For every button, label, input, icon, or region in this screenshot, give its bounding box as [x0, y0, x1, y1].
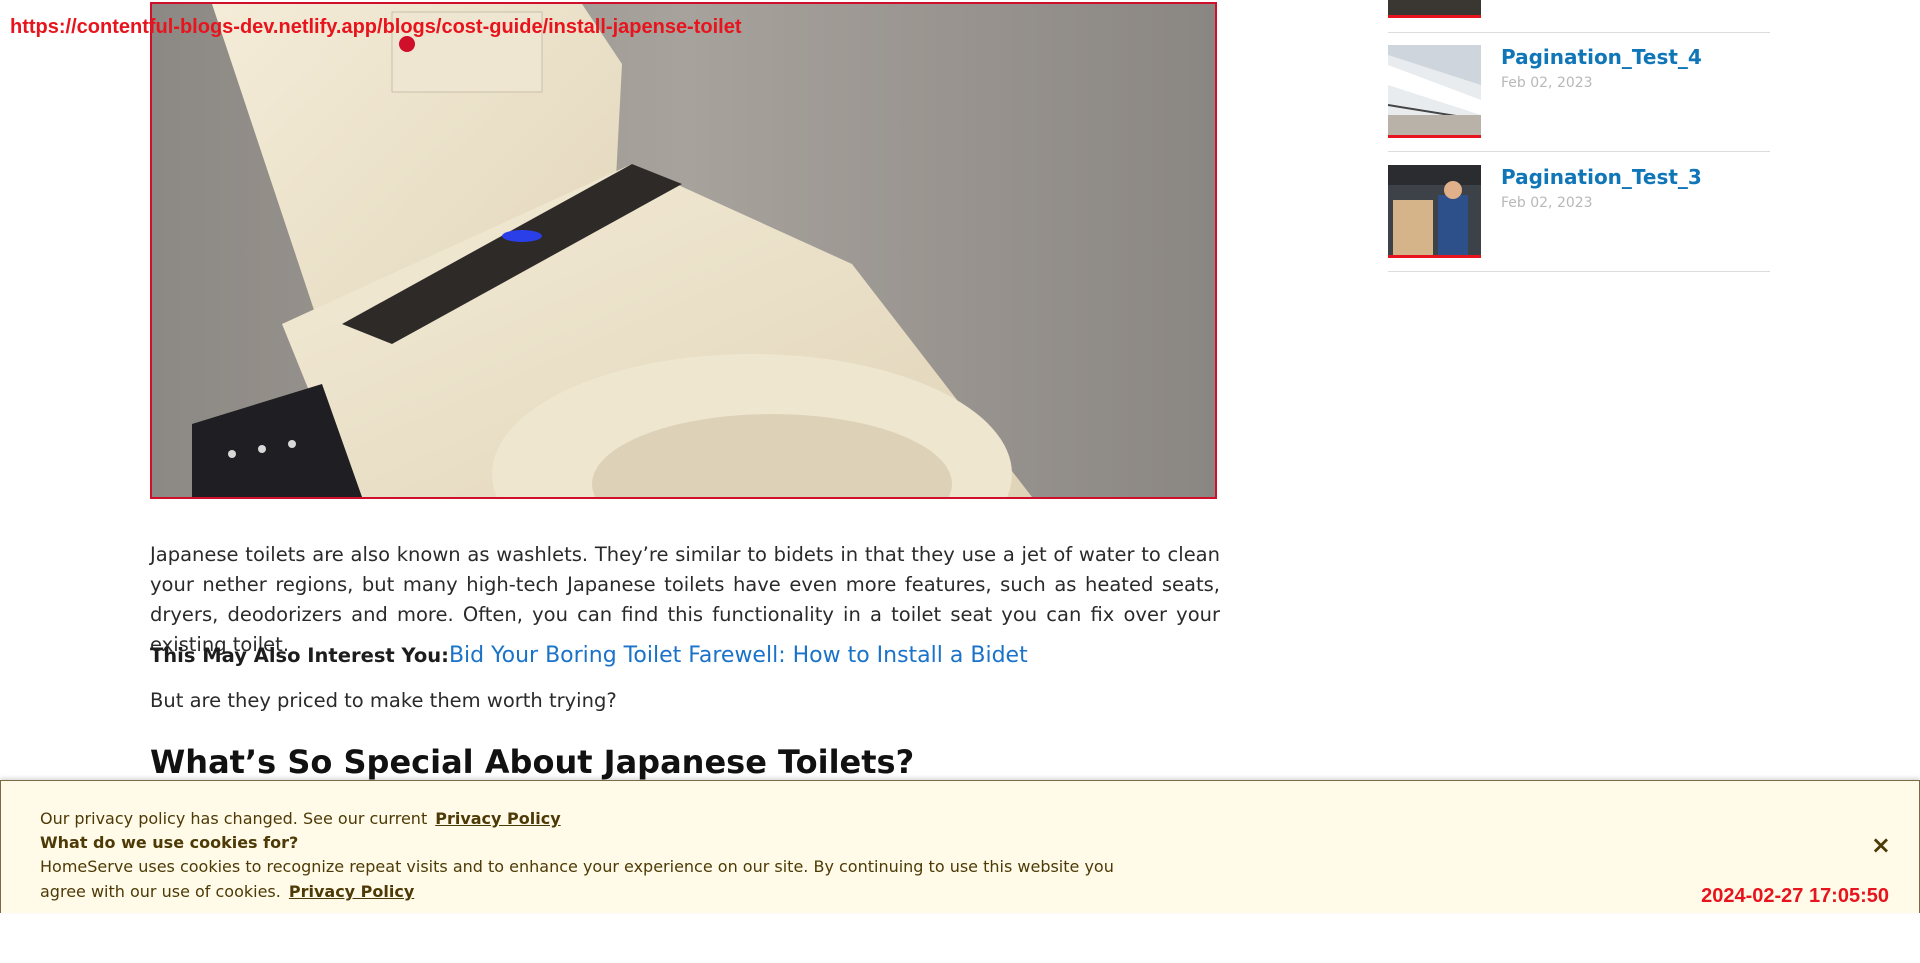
- sidebar-item-date: Feb 02, 2023: [1501, 75, 1593, 91]
- also-interest-label: This May Also Interest You:: [150, 644, 449, 667]
- sidebar-item-date: Feb 02, 2023: [1501, 195, 1593, 211]
- sidebar-thumb-partial[interactable]: [1388, 0, 1481, 18]
- section-heading: What’s So Special About Japanese Toilets…: [150, 743, 915, 781]
- sidebar-thumbnail[interactable]: [1388, 45, 1481, 138]
- sidebar-item-title[interactable]: Pagination_Test_3: [1501, 165, 1702, 189]
- cookie-body-line2: agree with our use of cookies. Privacy Po…: [40, 882, 414, 901]
- sidebar-divider: [1388, 32, 1770, 33]
- article-question: But are they priced to make them worth t…: [150, 689, 617, 712]
- sidebar-thumbnail[interactable]: [1388, 165, 1481, 258]
- sidebar-divider: [1388, 271, 1770, 272]
- privacy-policy-link[interactable]: Privacy Policy: [435, 809, 560, 828]
- cookie-banner: Our privacy policy has changed. See our …: [0, 780, 1920, 913]
- sidebar-divider: [1388, 151, 1770, 152]
- cookie-body-text: agree with our use of cookies.: [40, 882, 281, 901]
- close-icon[interactable]: ×: [1871, 833, 1891, 857]
- privacy-policy-link-2[interactable]: Privacy Policy: [289, 882, 414, 901]
- also-interest: This May Also Interest You:Bid Your Bori…: [150, 641, 1220, 671]
- cookie-policy-line: Our privacy policy has changed. See our …: [40, 809, 561, 828]
- timestamp-overlay: 2024-02-27 17:05:50: [1701, 885, 1889, 907]
- sidebar-item[interactable]: Pagination_Test_4 Feb 02, 2023: [1388, 45, 1770, 141]
- sidebar-item[interactable]: Pagination_Test_3 Feb 02, 2023: [1388, 165, 1770, 261]
- sidebar-item-title[interactable]: Pagination_Test_4: [1501, 45, 1702, 69]
- also-interest-link[interactable]: Bid Your Boring Toilet Farewell: How to …: [449, 643, 1028, 668]
- cookie-body-line1: HomeServe uses cookies to recognize repe…: [40, 857, 1114, 876]
- hero-image: [150, 2, 1217, 499]
- cookie-policy-text: Our privacy policy has changed. See our …: [40, 809, 428, 828]
- cookie-question: What do we use cookies for?: [40, 833, 299, 852]
- url-overlay: https://contentful-blogs-dev.netlify.app…: [10, 16, 742, 38]
